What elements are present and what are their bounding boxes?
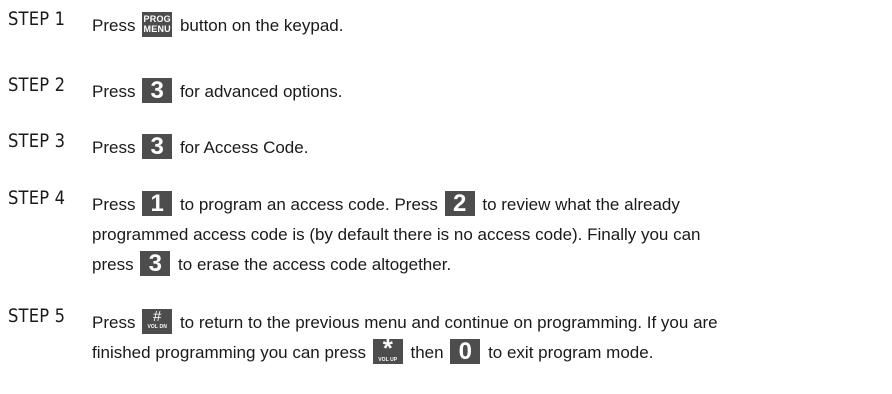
instruction-text: to exit program mode. (488, 343, 654, 362)
instruction-text: finished programming you can press (92, 343, 367, 362)
key-label-bottom: MENU (143, 24, 171, 35)
instruction-text: to return to the previous menu and conti… (179, 313, 718, 332)
instruction-text: button on the keypad. (179, 16, 344, 35)
step-label: STEP 4 (8, 187, 66, 209)
key-sublabel: VOL UP (378, 357, 398, 364)
instruction-line: Press 1 to program an access code. Press… (92, 190, 882, 220)
instruction-line: Press PROG MENU button on the keypad. (92, 11, 882, 41)
instruction-text: then (410, 343, 444, 362)
key-3: 3 (142, 134, 173, 160)
step-instruction: Press 3 for advanced options. (92, 77, 882, 107)
instruction-text: to review what the already (482, 195, 680, 214)
instruction-line: programmed access code is (by default th… (92, 220, 882, 250)
instruction-line: press 3 to erase the access code altoget… (92, 250, 882, 280)
key-symbol: * (382, 333, 393, 364)
step-label: STEP 2 (8, 74, 66, 96)
instruction-text: Press (92, 82, 136, 101)
instruction-text: to erase the access code altogether. (178, 255, 452, 274)
key-1: 1 (142, 191, 173, 217)
instruction-text: programmed access code is (by default th… (92, 225, 701, 244)
instruction-line: Press 3 for Access Code. (92, 133, 882, 163)
star-vol-up-key: * VOL UP (372, 333, 403, 365)
key-0: 0 (450, 339, 481, 365)
instruction-text: Press (92, 138, 136, 157)
hash-vol-dn-key: # VOL DN (142, 308, 173, 335)
instruction-text: Press (92, 313, 136, 332)
instruction-text: Press (92, 16, 136, 35)
key-3: 3 (140, 251, 171, 277)
key-3: 3 (142, 78, 173, 104)
instruction-text: Press (92, 195, 136, 214)
step-label: STEP 3 (8, 130, 66, 152)
instruction-text: for Access Code. (179, 138, 309, 157)
key-symbol: # (153, 308, 162, 326)
instruction-line: finished programming you can press * VOL… (92, 333, 882, 368)
key-sublabel: VOL DN (147, 324, 167, 331)
instruction-line: Press 3 for advanced options. (92, 77, 882, 107)
step-instruction: Press 3 for Access Code. (92, 133, 882, 163)
key-label-top: PROG (143, 14, 171, 25)
step-instruction: Press PROG MENU button on the keypad. (92, 11, 882, 41)
instruction-line: Press # VOL DN to return to the previous… (92, 308, 882, 338)
instruction-text: press (92, 255, 134, 274)
step-label: STEP 5 (8, 305, 66, 327)
step-instruction: Press 1 to program an access code. Press… (92, 190, 882, 280)
key-2: 2 (444, 191, 475, 217)
prog-menu-key: PROG MENU (142, 12, 173, 38)
instruction-text: for advanced options. (179, 82, 343, 101)
step-label: STEP 1 (8, 8, 66, 30)
instruction-text: to program an access code. Press (179, 195, 438, 214)
step-instruction: Press # VOL DN to return to the previous… (92, 308, 882, 368)
